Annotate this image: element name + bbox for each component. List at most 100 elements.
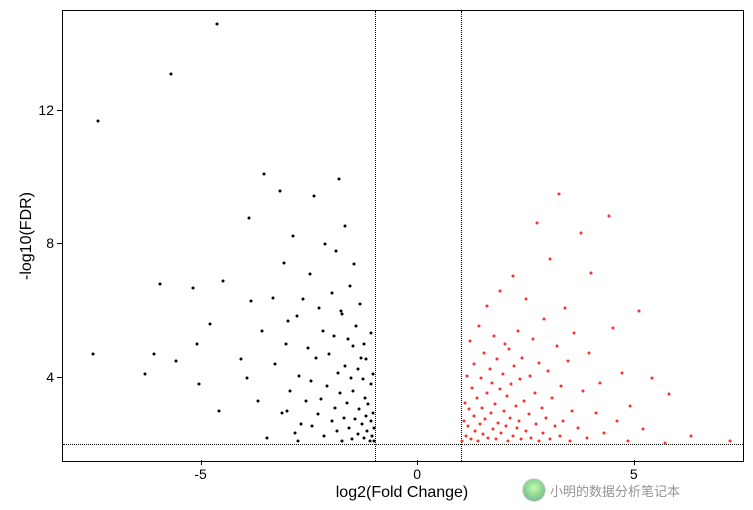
data-point: [345, 401, 348, 404]
data-point: [316, 413, 319, 416]
data-point: [507, 440, 510, 443]
y-tick: [57, 377, 62, 378]
data-point: [355, 325, 358, 328]
data-point: [368, 440, 371, 443]
data-point: [555, 345, 558, 348]
data-point: [300, 423, 303, 426]
data-point: [508, 416, 511, 419]
data-point: [344, 225, 347, 228]
data-point: [479, 376, 482, 379]
x-tick: [634, 460, 635, 465]
data-point: [516, 330, 519, 333]
data-point: [504, 425, 507, 428]
data-point: [350, 376, 353, 379]
data-point: [588, 351, 591, 354]
data-point: [326, 385, 329, 388]
data-point: [594, 411, 597, 414]
data-point: [261, 330, 264, 333]
data-point: [562, 420, 565, 423]
data-point: [372, 440, 375, 443]
data-point: [370, 383, 373, 386]
data-point: [559, 435, 562, 438]
source-favicon-icon: [522, 478, 546, 502]
data-point: [573, 331, 576, 334]
data-point: [570, 410, 573, 413]
data-point: [365, 415, 368, 418]
data-point: [96, 120, 99, 123]
data-point: [540, 406, 543, 409]
data-point: [263, 173, 266, 176]
data-point: [313, 195, 316, 198]
data-point: [280, 411, 283, 414]
data-point: [482, 351, 485, 354]
data-point: [505, 395, 508, 398]
data-point: [577, 426, 580, 429]
data-point: [347, 426, 350, 429]
data-point: [534, 391, 537, 394]
data-point: [482, 433, 485, 436]
data-point: [514, 405, 517, 408]
data-point: [278, 190, 281, 193]
data-point: [335, 430, 338, 433]
data-point: [513, 365, 516, 368]
data-point: [531, 338, 534, 341]
data-point: [494, 403, 497, 406]
data-point: [517, 420, 520, 423]
data-point: [473, 363, 476, 366]
data-point: [357, 433, 360, 436]
data-point: [463, 401, 466, 404]
data-point: [472, 415, 475, 418]
data-point: [469, 340, 472, 343]
data-point: [250, 300, 253, 303]
data-point: [286, 410, 289, 413]
data-point: [351, 345, 354, 348]
data-point: [369, 331, 372, 334]
data-point: [248, 216, 251, 219]
data-point: [92, 353, 95, 356]
y-axis-title: -log10(FDR): [18, 192, 36, 280]
data-point: [321, 330, 324, 333]
data-point: [541, 431, 544, 434]
data-point: [304, 400, 307, 403]
data-point: [309, 380, 312, 383]
y-tick: [57, 243, 62, 244]
data-point: [515, 426, 518, 429]
data-point: [348, 285, 351, 288]
data-point: [324, 243, 327, 246]
data-point: [293, 431, 296, 434]
data-point: [306, 346, 309, 349]
data-point: [170, 73, 173, 76]
data-point: [690, 435, 693, 438]
data-point: [302, 298, 305, 301]
data-point: [371, 435, 374, 438]
data-point: [365, 358, 368, 361]
data-point: [361, 378, 364, 381]
data-point: [246, 376, 249, 379]
data-point: [191, 286, 194, 289]
data-point: [372, 426, 375, 429]
ref-vline-0: [375, 11, 376, 461]
data-point: [319, 398, 322, 401]
data-point: [272, 296, 275, 299]
data-point: [497, 421, 500, 424]
data-point: [466, 425, 469, 428]
data-point: [334, 250, 337, 253]
data-point: [470, 438, 473, 441]
data-point: [196, 343, 199, 346]
data-point: [461, 440, 464, 443]
data-point: [566, 360, 569, 363]
data-point: [579, 231, 582, 234]
data-point: [222, 280, 225, 283]
data-point: [475, 396, 478, 399]
ref-hline-0: [63, 444, 743, 445]
data-point: [518, 378, 521, 381]
data-point: [553, 425, 556, 428]
data-point: [549, 258, 552, 261]
data-point: [557, 193, 560, 196]
data-point: [337, 371, 340, 374]
data-point: [560, 385, 563, 388]
data-point: [315, 356, 318, 359]
volcano-plot: log2(Fold Change) -log10(FDR) 小明的数据分析笔记本…: [0, 0, 753, 510]
data-point: [544, 416, 547, 419]
data-point: [239, 358, 242, 361]
